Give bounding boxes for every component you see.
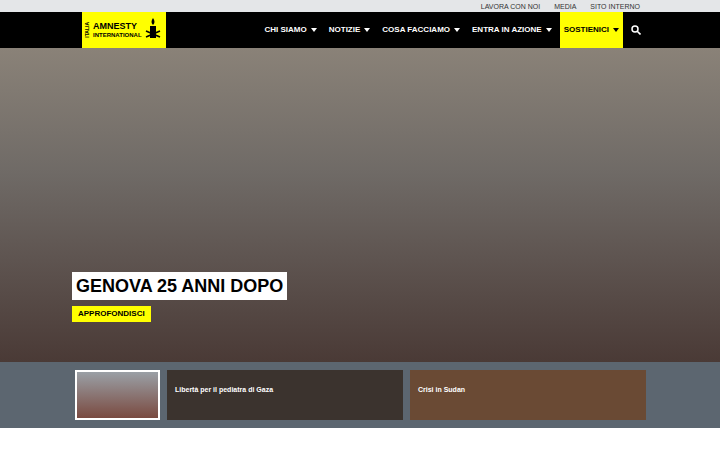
story-card[interactable]: Libertà per il pediatra di Gaza [167, 370, 403, 420]
hero-title: GENOVA 25 ANNI DOPO [72, 272, 287, 300]
nav-bar: ITALIAAMNESTYINTERNATIONAL CHI SIAMONOTIZ… [0, 12, 720, 48]
caret-icon [364, 28, 370, 32]
story-strip: Libertà per il pediatra di GazaCrisi in … [0, 362, 720, 428]
nav-item[interactable]: ENTRA IN AZIONE [468, 12, 556, 48]
search-button[interactable] [627, 12, 645, 48]
search-icon [631, 25, 641, 35]
caret-icon [613, 28, 619, 32]
story-card[interactable]: Crisi in Sudan [410, 370, 646, 420]
logo[interactable]: ITALIAAMNESTYINTERNATIONAL [82, 12, 166, 48]
story-thumbnail[interactable] [75, 370, 160, 420]
top-bar: LAVORA CON NOI MEDIA SITO INTERNO [0, 0, 720, 12]
nav-item[interactable]: CHI SIAMO [261, 12, 321, 48]
nav-item[interactable]: SOSTIENICI [560, 12, 623, 48]
caret-icon [546, 28, 552, 32]
nav-item[interactable]: NOTIZIE [325, 12, 375, 48]
candle-icon [145, 17, 161, 43]
hero: GENOVA 25 ANNI DOPO APPROFONDISCI [0, 48, 720, 362]
top-link[interactable]: LAVORA CON NOI [481, 3, 540, 10]
caret-icon [454, 28, 460, 32]
page: LAVORA CON NOI MEDIA SITO INTERNO ITALIAAMN… [0, 0, 720, 450]
hero-button[interactable]: APPROFONDISCI [72, 306, 151, 322]
nav-item[interactable]: COSA FACCIAMO [378, 12, 464, 48]
main-nav: CHI SIAMONOTIZIECOSA FACCIAMOENTRA IN AZ… [261, 12, 645, 48]
top-link[interactable]: SITO INTERNO [590, 3, 640, 10]
page-footer-space [0, 428, 720, 450]
caret-icon [311, 28, 317, 32]
top-link[interactable]: MEDIA [554, 3, 576, 10]
